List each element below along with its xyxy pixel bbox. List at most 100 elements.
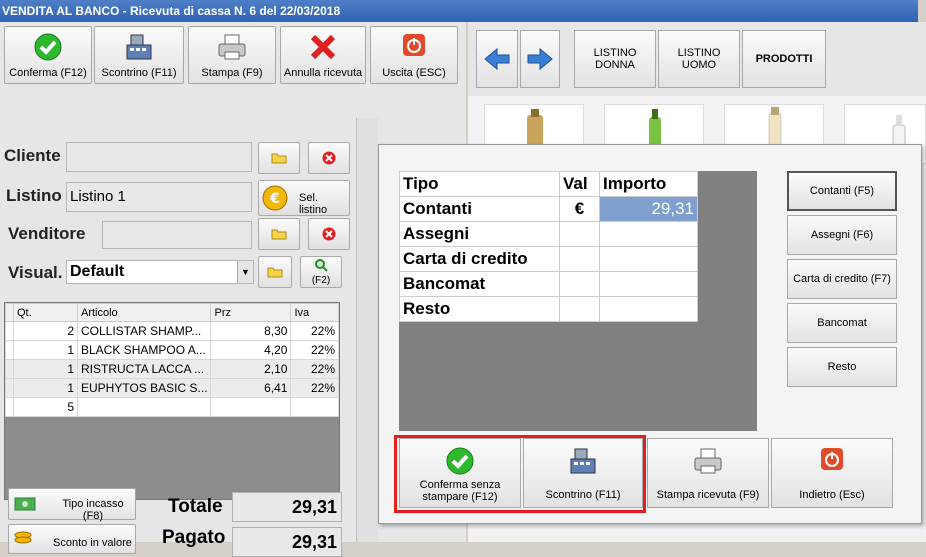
pay-cell-importo[interactable] [599,221,698,247]
folder-icon [271,229,287,240]
check-icon [34,33,62,61]
bancomat-button[interactable]: Bancomat [787,303,897,343]
table-row[interactable]: 1 EUPHYTOS BASIC S... 6,41 22% [5,378,339,398]
clear-icon [322,151,336,165]
cancel-label: Annulla ricevuta [283,67,363,79]
cell-articolo: RISTRUCTA LACCA ... [76,359,212,379]
cell-qt: 2 [13,321,78,341]
venditore-field[interactable] [102,221,252,249]
row-indicator [5,378,14,398]
articles-grid: Qt. Articolo Prz Iva 2 COLLISTAR SHAMP..… [4,302,340,500]
listino-field[interactable]: Listino 1 [66,182,252,212]
confirm-button[interactable]: Conferma (F12) [4,26,92,84]
folder-icon [271,153,287,164]
table-row[interactable]: 5 [5,397,339,417]
sel-listino-label: Sel. listino [299,192,328,216]
contanti-button[interactable]: Contanti (F5) [787,171,897,211]
cell-iva: 22% [290,321,339,341]
indietro-button[interactable]: Indietro (Esc) [771,438,893,508]
pay-cell-tipo: Carta di credito [399,246,560,272]
pay-cell-importo[interactable]: 29,31 [599,196,698,222]
visual-select[interactable]: Default ▼ [66,260,254,284]
window-edge [918,0,926,22]
forward-arrow-button[interactable] [520,30,560,88]
stampa-ricevuta-button[interactable]: Stampa ricevuta (F9) [647,438,769,508]
cancel-receipt-button[interactable]: Annulla ricevuta [280,26,366,84]
exit-label: Uscita (ESC) [382,67,446,79]
pay-cell-val: € [559,196,600,222]
cliente-label: Cliente [4,146,61,165]
payment-row[interactable]: Resto [399,296,698,322]
venditore-clear-button[interactable] [308,218,350,250]
table-row[interactable]: 1 RISTRUCTA LACCA ... 2,10 22% [5,359,339,379]
highlight-box [394,435,646,513]
pay-cell-importo[interactable] [599,296,698,322]
exit-button[interactable]: Uscita (ESC) [370,26,458,84]
print-button[interactable]: Stampa (F9) [188,26,276,84]
money-icon [14,497,36,511]
power-icon [821,448,843,470]
pay-cell-importo[interactable] [599,271,698,297]
row-indicator [5,321,14,341]
cliente-clear-button[interactable] [308,142,350,174]
visual-browse-button[interactable] [258,256,292,288]
venditore-browse-button[interactable] [258,218,300,250]
prodotti-button[interactable]: PRODOTTI [742,30,826,88]
table-row[interactable]: 1 BLACK SHAMPOO A... 4,20 22% [5,340,339,360]
payment-row[interactable]: Contanti € 29,31 [399,196,698,222]
cell-iva: 22% [290,359,339,379]
carta-credito-button[interactable]: Carta di credito (F7) [787,259,897,299]
pagato-label: Pagato [162,527,226,548]
cell-prz [210,397,292,417]
window-title-bar: VENDITA AL BANCO - Ricevuta di cassa N. … [0,0,926,22]
side-icon-strip [356,118,378,542]
cliente-field[interactable] [66,142,252,172]
search-f2-button[interactable]: (F2) [300,256,342,288]
visual-label: Visual. [8,263,63,282]
pay-cell-val [559,246,600,272]
cell-articolo [76,397,212,417]
row-indicator [5,397,14,417]
grid-header-prz: Prz [210,303,292,322]
cell-prz: 6,41 [210,378,292,398]
cell-prz: 2,10 [210,359,292,379]
listino-donna-button[interactable]: LISTINO DONNA [574,30,656,88]
assegni-button[interactable]: Assegni (F6) [787,215,897,255]
clear-icon [322,227,336,241]
cell-iva [290,397,339,417]
cell-iva: 22% [290,340,339,360]
back-arrow-button[interactable] [476,30,518,88]
chevron-down-icon[interactable]: ▼ [237,261,253,283]
stampa-ricevuta-label: Stampa ricevuta (F9) [656,489,760,501]
resto-button[interactable]: Resto [787,347,897,387]
table-row[interactable]: 2 COLLISTAR SHAMP... 8,30 22% [5,321,339,341]
grid-indicator-header [5,303,14,322]
venditore-label: Venditore [8,224,86,243]
payment-grid: Tipo Val Importo Contanti € 29,31 Assegn… [399,171,757,431]
payment-row[interactable]: Bancomat [399,271,698,297]
pay-cell-val [559,296,600,322]
cell-articolo: EUPHYTOS BASIC S... [76,378,212,398]
cell-qt: 1 [13,340,78,360]
row-indicator [5,359,14,379]
sel-listino-button[interactable]: € Sel. listino [258,180,350,216]
tipo-incasso-button[interactable]: Tipo incasso (F8) [8,488,136,522]
listino-uomo-button[interactable]: LISTINO UOMO [658,30,740,88]
grid-header-articolo: Articolo [76,303,212,322]
grid-header-qt: Qt. [13,303,78,322]
sconto-button[interactable]: Sconto in valore [8,524,136,554]
pay-cell-tipo: Contanti [399,196,560,222]
cell-articolo: BLACK SHAMPOO A... [76,340,212,360]
visual-select-value: Default [70,263,125,280]
sconto-label: Sconto in valore [53,537,132,549]
payment-row[interactable]: Carta di credito [399,246,698,272]
cell-qt: 1 [13,359,78,379]
svg-text:€: € [269,191,280,207]
payment-row[interactable]: Assegni [399,221,698,247]
coins-icon [14,531,32,544]
cell-prz: 8,30 [210,321,292,341]
pay-cell-importo[interactable] [599,246,698,272]
cliente-browse-button[interactable] [258,142,300,174]
printer-icon [694,448,722,474]
receipt-button[interactable]: Scontrino (F11) [94,26,184,84]
